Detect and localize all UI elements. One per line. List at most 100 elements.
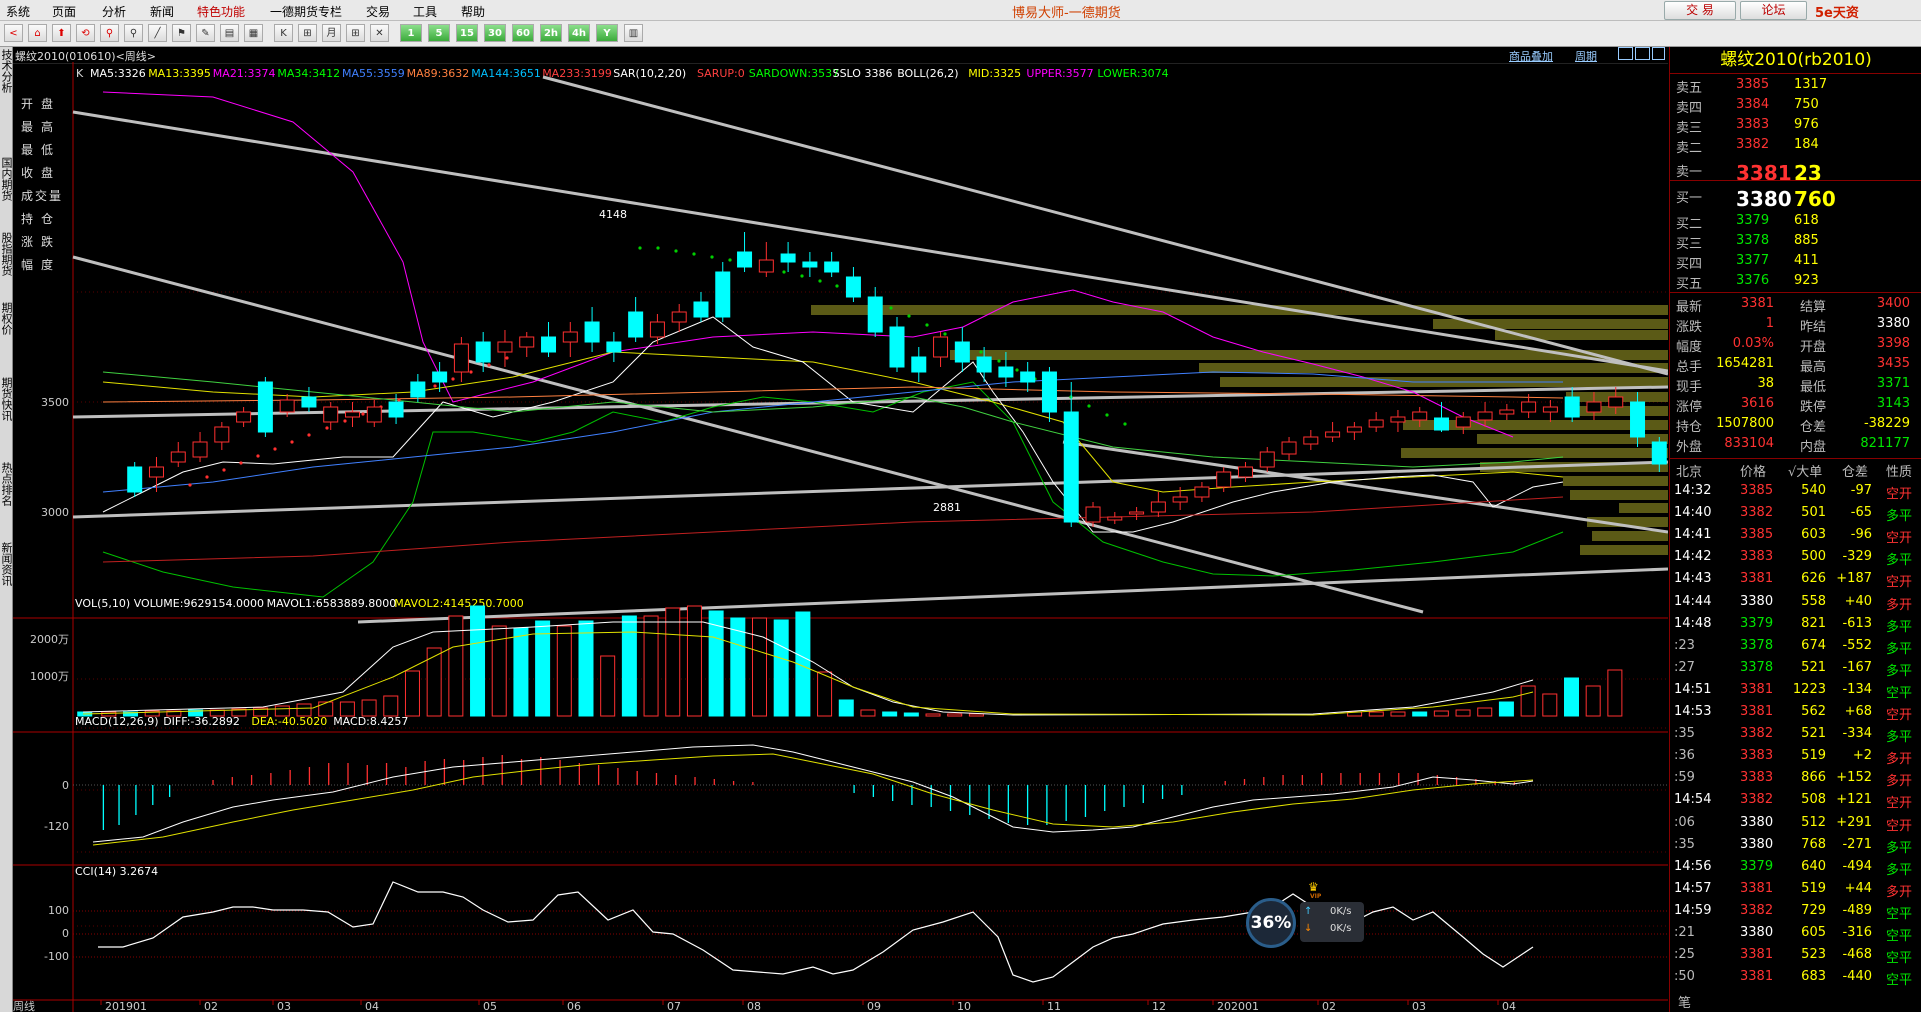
menu-analysis[interactable]: 分析: [102, 3, 126, 20]
tick-time: 14:51: [1674, 681, 1712, 697]
menu-tools[interactable]: 工具: [413, 3, 437, 20]
macd-header-2: DEA:-40.5020: [251, 715, 327, 728]
menu-system[interactable]: 系统: [6, 3, 30, 20]
tick-diff: -552: [1842, 637, 1872, 653]
tick-nature: 多平: [1886, 663, 1913, 679]
period-15-button[interactable]: 15: [456, 24, 478, 42]
cross-icon[interactable]: ✕: [370, 24, 389, 42]
tick-row: 14:43 3381 626 +187 空开: [1670, 571, 1921, 591]
period-year-button[interactable]: Y: [596, 24, 618, 42]
candle-body: [933, 336, 949, 358]
candle-body: [737, 251, 753, 268]
volume-bar: [1412, 711, 1428, 717]
month-icon[interactable]: 月: [322, 24, 341, 42]
period-1-button[interactable]: 1: [400, 24, 422, 42]
refresh-icon[interactable]: ⟲: [76, 24, 95, 42]
candle-body: [475, 341, 491, 363]
left-tab-0[interactable]: 技术分析: [0, 49, 13, 93]
stat-row: 幅度 0.03% 开盘 3398: [1670, 336, 1921, 356]
bid-volume: 411: [1794, 253, 1819, 268]
period-4h-button[interactable]: 4h: [568, 24, 590, 42]
period-2h-button[interactable]: 2h: [540, 24, 562, 42]
tick-nature: 空开: [1886, 708, 1913, 723]
tick-nature: 多平: [1886, 641, 1913, 657]
maximize-icon[interactable]: [1635, 47, 1650, 60]
tick-time: :50: [1674, 969, 1695, 985]
grid-icon[interactable]: ▦: [244, 24, 263, 42]
candle-body: [628, 311, 644, 338]
vip-badge: VIP: [1310, 893, 1322, 900]
candle-body: [366, 406, 382, 423]
volume-axis-label: 1000万: [30, 670, 69, 683]
volume-bar: [1498, 701, 1514, 717]
tick-price: 3381: [1740, 571, 1774, 587]
menu-page[interactable]: 页面: [52, 3, 76, 20]
tick-row: 14:56 3379 640 -494 多平: [1670, 859, 1921, 879]
menu-special[interactable]: 特色功能: [197, 3, 245, 20]
sar-dot: [469, 370, 473, 374]
stat-label: 涨停: [1676, 400, 1703, 415]
period-60-button[interactable]: 60: [512, 24, 534, 42]
calc-icon[interactable]: ⊞: [346, 24, 365, 42]
flag-icon[interactable]: ⚑: [172, 24, 191, 42]
tick-volume: 558: [1801, 593, 1826, 609]
tick-time: 14:57: [1674, 880, 1712, 896]
kline-chart[interactable]: 3500 3000 4148 2881 VOL(5,10) VOLUME:9629154…: [13, 62, 1668, 1012]
tick-row: 14:32 3385 540 -97 空开: [1670, 483, 1921, 503]
volume-bar: [426, 647, 442, 717]
menu-yide-column[interactable]: 一德期货专栏: [270, 3, 342, 20]
bid-row: 买一 3380 760: [1670, 187, 1921, 211]
menu-news[interactable]: 新闻: [150, 3, 174, 20]
kline-icon[interactable]: K: [274, 24, 293, 42]
menu-help[interactable]: 帮助: [461, 3, 485, 20]
volume-profile-band: [1401, 448, 1668, 458]
left-tab-1[interactable]: 国内期货: [0, 157, 13, 201]
forum-button[interactable]: 论坛: [1740, 1, 1807, 20]
candle-body: [584, 321, 600, 343]
download-speed: 0K/s: [1330, 923, 1352, 934]
ask-volume: 1317: [1794, 77, 1828, 92]
left-tab-2[interactable]: 股指期货: [0, 232, 13, 276]
stat-label: 最低: [1800, 380, 1827, 395]
panel-icon[interactable]: ▥: [624, 24, 643, 42]
trend-line: [72, 460, 1668, 519]
restore-icon[interactable]: [1618, 47, 1633, 60]
period-30-button[interactable]: 30: [484, 24, 506, 42]
left-tab-6[interactable]: 新闻资讯: [0, 542, 13, 586]
tick-volume: 500: [1801, 549, 1826, 565]
table-icon[interactable]: ▤: [220, 24, 239, 42]
pen-icon[interactable]: ✎: [196, 24, 215, 42]
tick-price: 3380: [1740, 836, 1774, 852]
volume-bar: [383, 695, 399, 717]
volume-bar: [361, 699, 377, 717]
tick-diff: -329: [1842, 549, 1872, 565]
volume-bar: [318, 701, 334, 717]
volume-bar: [665, 607, 681, 717]
volume-bar: [535, 620, 551, 717]
home-icon[interactable]: ⌂: [28, 24, 47, 42]
left-tab-5[interactable]: 热点排名: [0, 462, 13, 506]
tick-price: 3380: [1740, 814, 1774, 830]
zoom-out-icon[interactable]: ⚲: [124, 24, 143, 42]
close-icon[interactable]: [1652, 47, 1665, 60]
volume-header-1: MAVOL1:6583889.8000: [267, 597, 397, 610]
time-axis-label-16: 04: [1502, 1000, 1516, 1012]
tick-diff: +291: [1836, 814, 1872, 830]
menu-bar: 系统 页面 分析 新闻 特色功能 一德期货专栏 交易 工具 帮助 博易大师-一德…: [0, 0, 1921, 36]
back-icon[interactable]: <: [4, 24, 23, 42]
trade-button[interactable]: 交 易: [1664, 1, 1736, 20]
candle-body: [519, 336, 535, 348]
menu-trade[interactable]: 交易: [366, 3, 390, 20]
left-tab-3[interactable]: 期权价: [0, 302, 13, 335]
zoom-in-icon[interactable]: ⚲: [100, 24, 119, 42]
left-tab-4[interactable]: 期货快讯: [0, 377, 13, 421]
volume-bar: [968, 713, 984, 717]
ask-row: 卖一 3381 23: [1670, 161, 1921, 185]
network-speed-widget[interactable]: 36% ↑ 0K/s ↓ 0K/s ♛ VIP: [1244, 880, 1364, 948]
tick-row: :35 3380 768 -271 多平: [1670, 837, 1921, 857]
period-5-button[interactable]: 5: [428, 24, 450, 42]
draw-line-icon[interactable]: ╱: [148, 24, 167, 42]
sar-dot: [239, 461, 243, 465]
up-icon[interactable]: ⬆: [52, 24, 71, 42]
layout-icon[interactable]: ⊞: [298, 24, 317, 42]
